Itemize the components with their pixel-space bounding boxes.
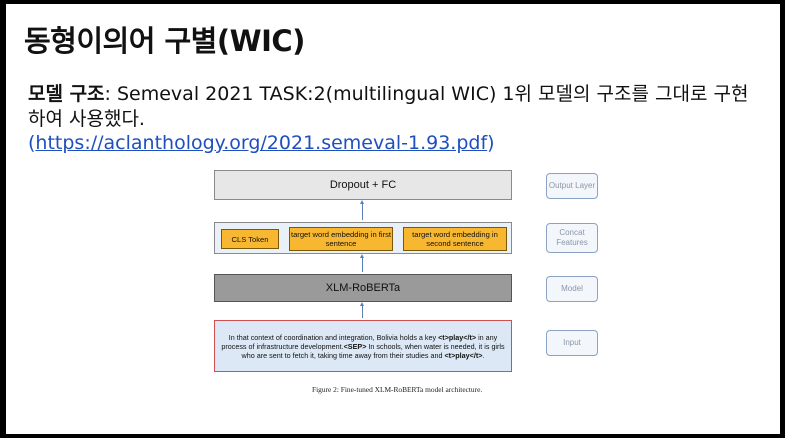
sep-tag: <SEP> (343, 341, 367, 351)
body-bold-label: 모델 구조 (28, 83, 105, 105)
side-label-model: Model (546, 276, 598, 302)
input-part: In that context of coordination and inte… (228, 332, 439, 342)
link-close-paren: ) (487, 132, 495, 154)
arrow-up (360, 302, 364, 318)
side-label-concat-features: Concat Features (546, 223, 598, 253)
output-layer-box: Dropout + FC (214, 170, 512, 200)
input-part: . (482, 350, 485, 360)
arrow-up (360, 200, 364, 220)
side-label-output-layer: Output Layer (546, 173, 598, 199)
target-tag: <t>play</t> (444, 350, 483, 360)
input-box: In that context of coordination and inte… (214, 320, 512, 372)
model-box: XLM-RoBERTa (214, 274, 512, 302)
paper-link[interactable]: https://aclanthology.org/2021.semeval-1.… (35, 132, 487, 154)
reference-link: (https://aclanthology.org/2021.semeval-1… (28, 132, 495, 154)
input-text: In that context of coordination and inte… (221, 333, 505, 360)
figure-caption: Figure 2: Fine-tuned XLM-RoBERTa model a… (312, 385, 483, 394)
arrow-up (360, 254, 364, 272)
second-target-embedding-box: target word embedding in second sentence (403, 227, 507, 251)
target-tag: <t>play</t> (438, 332, 477, 342)
side-label-input: Input (546, 330, 598, 356)
slide-title: 동형이의어 구별(WIC) (24, 24, 305, 58)
first-target-embedding-box: target word embedding in first sentence (289, 227, 393, 251)
concat-features-box: CLS Token target word embedding in first… (214, 222, 512, 254)
cls-token-box: CLS Token (221, 229, 279, 249)
slide-body: 모델 구조: Semeval 2021 TASK:2(multilingual … (28, 82, 753, 132)
slide: 동형이의어 구별(WIC) 모델 구조: Semeval 2021 TASK:2… (6, 4, 780, 434)
architecture-figure: Dropout + FC CLS Token target word embed… (214, 170, 606, 402)
body-text: : Semeval 2021 TASK:2(multilingual WIC) … (28, 83, 749, 130)
